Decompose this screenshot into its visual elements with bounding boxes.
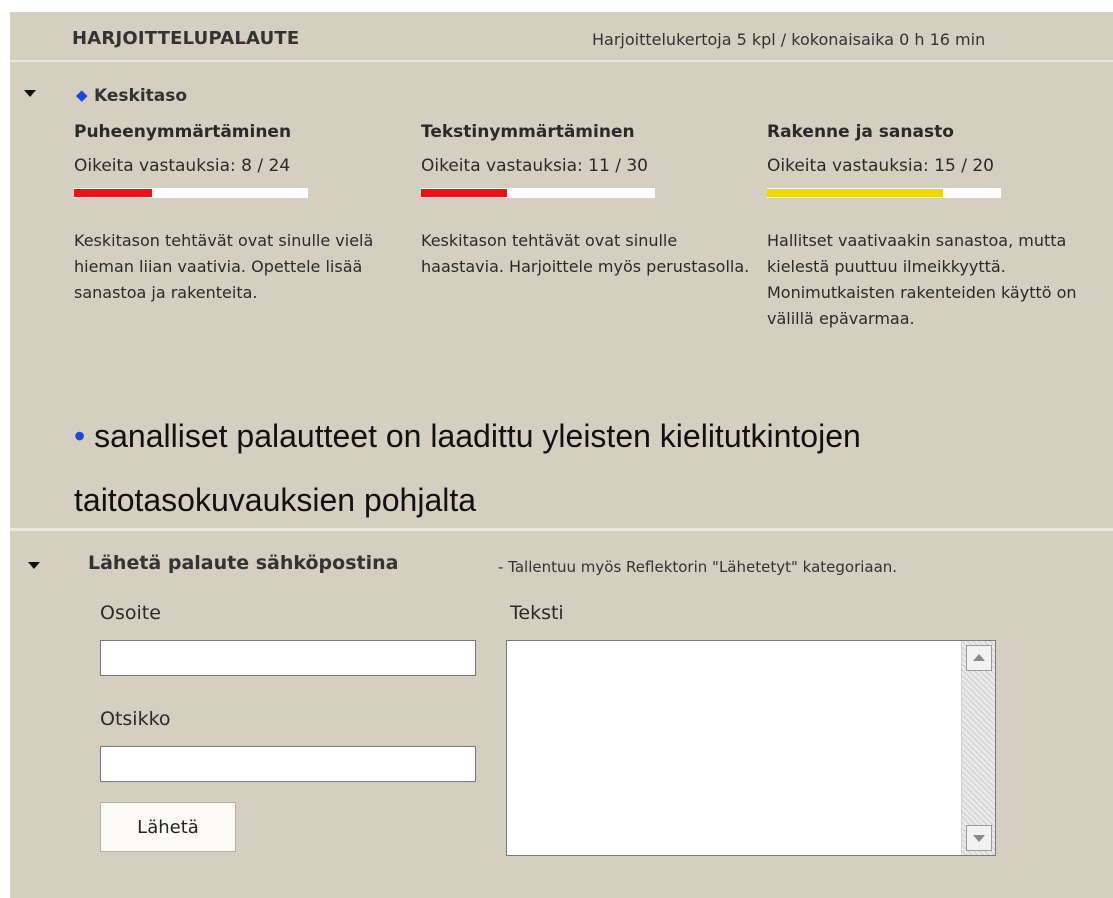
- address-label: Osoite: [100, 602, 161, 624]
- subject-label: Otsikko: [100, 708, 171, 730]
- message-textarea-frame: [506, 640, 996, 856]
- note-text: sanalliset palautteet on laadittu yleist…: [74, 418, 861, 518]
- subject-input[interactable]: [100, 746, 476, 782]
- skill-feedback: Hallitset vaativaakin sanastoa, mutta ki…: [767, 231, 1077, 328]
- email-section-title: Lähetä palaute sähköpostina: [88, 552, 399, 574]
- scroll-down-arrow-icon[interactable]: [966, 825, 992, 851]
- skill-title: Tekstinymmärtäminen: [421, 122, 635, 142]
- score-bar: [421, 188, 655, 198]
- collapse-triangle-icon[interactable]: [28, 562, 40, 569]
- slide-note: • sanalliset palautteet on laadittu ylei…: [74, 404, 1113, 532]
- skill-feedback: Keskitason tehtävät ovat sinulle vielä h…: [74, 231, 374, 302]
- text-label: Teksti: [510, 602, 564, 624]
- practice-stats: Harjoittelukertoja 5 kpl / kokonaisaika …: [592, 30, 986, 49]
- feedback-panel: HARJOITTELUPALAUTE Harjoittelukertoja 5 …: [10, 12, 1113, 898]
- skill-title: Rakenne ja sanasto: [767, 122, 954, 142]
- skill-feedback: Keskitason tehtävät ovat sinulle haastav…: [421, 231, 750, 276]
- score-bar: [767, 188, 1001, 198]
- skill-score: Oikeita vastauksia: 15 / 20: [767, 156, 994, 176]
- score-bar-fill: [767, 189, 943, 197]
- bullet-icon: •: [74, 418, 86, 454]
- skill-title: Puheenymmärtäminen: [74, 122, 292, 142]
- address-input[interactable]: [100, 640, 476, 676]
- score-bar-fill: [74, 189, 152, 197]
- score-bar-fill: [421, 189, 507, 197]
- message-textarea[interactable]: [507, 641, 959, 855]
- skill-column-structure-vocabulary: Rakenne ja sanasto Oikeita vastauksia: 1…: [767, 122, 1087, 332]
- level-section-header[interactable]: ◆ Keskitaso: [10, 60, 1113, 106]
- page-title: HARJOITTELUPALAUTE: [72, 28, 300, 49]
- skill-score: Oikeita vastauksia: 11 / 30: [421, 156, 648, 176]
- level-label: Keskitaso: [94, 86, 188, 106]
- scroll-up-arrow-icon[interactable]: [966, 645, 992, 671]
- skill-column-listening: Puheenymmärtäminen Oikeita vastauksia: 8…: [74, 122, 394, 306]
- send-button[interactable]: Lähetä: [100, 802, 236, 852]
- email-section-note: - Tallentuu myös Reflektorin "Lähetetyt"…: [498, 558, 898, 576]
- section-divider: [10, 528, 1113, 531]
- header-row: HARJOITTELUPALAUTE Harjoittelukertoja 5 …: [10, 12, 1113, 62]
- skill-column-reading: Tekstinymmärtäminen Oikeita vastauksia: …: [421, 122, 749, 280]
- skill-score: Oikeita vastauksia: 8 / 24: [74, 156, 291, 176]
- diamond-icon: ◆: [76, 86, 88, 104]
- collapse-triangle-icon[interactable]: [24, 90, 36, 97]
- textarea-scrollbar[interactable]: [961, 641, 995, 855]
- score-bar: [74, 188, 308, 198]
